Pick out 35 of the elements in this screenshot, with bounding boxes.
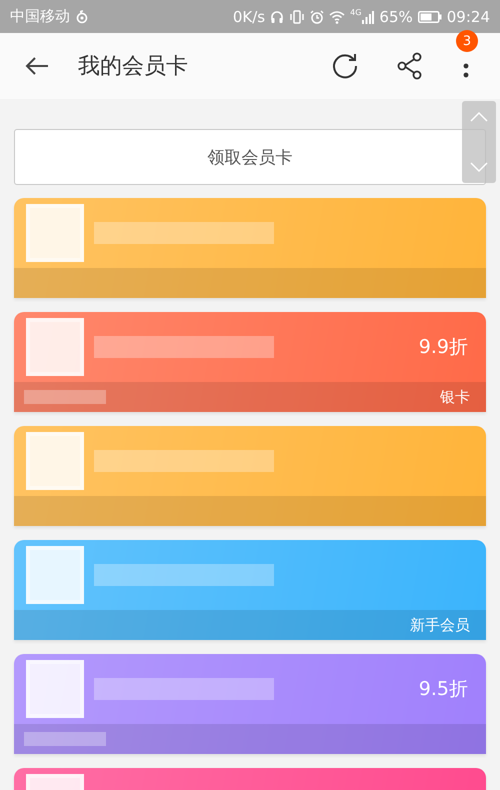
- vibrate-icon: [289, 10, 306, 24]
- clock-time: 09:24: [446, 8, 490, 26]
- discount-label: 9.9折: [418, 335, 468, 360]
- swirl-icon: [75, 10, 89, 24]
- alarm-icon: [310, 10, 324, 24]
- network-type: 4G: [350, 8, 362, 17]
- battery-percent: 65%: [379, 8, 413, 26]
- chevron-down-icon[interactable]: [469, 161, 489, 173]
- battery-icon: [418, 10, 442, 22]
- back-arrow-icon[interactable]: [24, 55, 50, 77]
- blurred-logo: [26, 660, 84, 718]
- member-card[interactable]: 新手会员: [14, 540, 486, 640]
- member-card[interactable]: 9.5折: [14, 654, 486, 754]
- wifi-icon: [329, 10, 346, 24]
- member-card[interactable]: [14, 426, 486, 526]
- blurred-logo: [26, 546, 84, 604]
- notification-badge: 3: [456, 30, 478, 52]
- scroll-buttons[interactable]: [462, 101, 496, 183]
- network-speed: 0K/s: [232, 8, 266, 26]
- headphones-icon: [270, 10, 284, 24]
- blurred-logo: [26, 432, 84, 490]
- card-level: 银卡: [440, 388, 470, 406]
- blurred-logo: [26, 318, 84, 376]
- chevron-up-icon[interactable]: [469, 111, 489, 123]
- signal-icon: [362, 10, 374, 24]
- carrier-name: 中国移动: [10, 7, 70, 26]
- member-card[interactable]: 9.9折 银卡: [14, 312, 486, 412]
- share-icon[interactable]: [396, 52, 424, 80]
- discount-label: 9.5折: [418, 677, 468, 702]
- claim-card-button[interactable]: 领取会员卡: [14, 129, 486, 185]
- refresh-icon[interactable]: [330, 51, 360, 81]
- member-card[interactable]: [14, 198, 486, 298]
- page-title: 我的会员卡: [78, 53, 188, 81]
- card-level: 新手会员: [410, 616, 470, 634]
- blurred-logo: [26, 204, 84, 262]
